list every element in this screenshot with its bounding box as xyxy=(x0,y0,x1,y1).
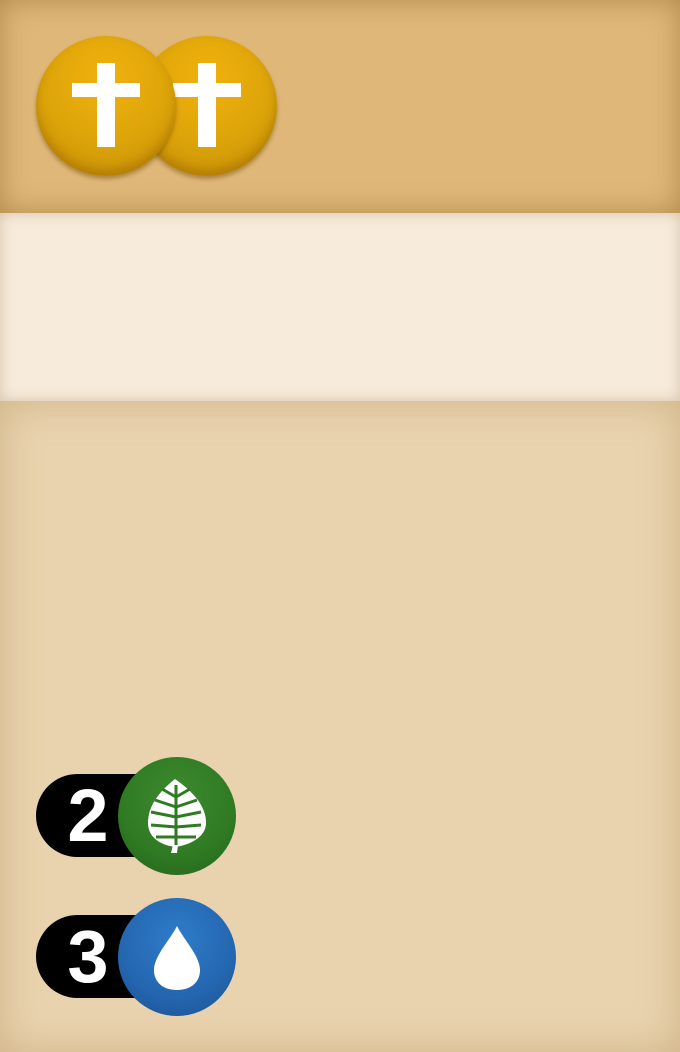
text-band xyxy=(0,213,680,401)
cost-plant: 2 xyxy=(36,757,236,875)
cost-amount: 3 xyxy=(67,915,109,998)
cost-amount: 2 xyxy=(67,774,109,857)
water-drop-icon xyxy=(154,926,200,990)
card: 2 3 xyxy=(0,0,680,1052)
water-token xyxy=(118,898,236,1016)
plant-token xyxy=(118,757,236,875)
cross-icon xyxy=(72,63,140,147)
cost-water: 3 xyxy=(36,898,236,1016)
leaf-icon xyxy=(148,779,206,853)
cross-coin xyxy=(36,36,176,176)
card-header xyxy=(0,0,680,213)
